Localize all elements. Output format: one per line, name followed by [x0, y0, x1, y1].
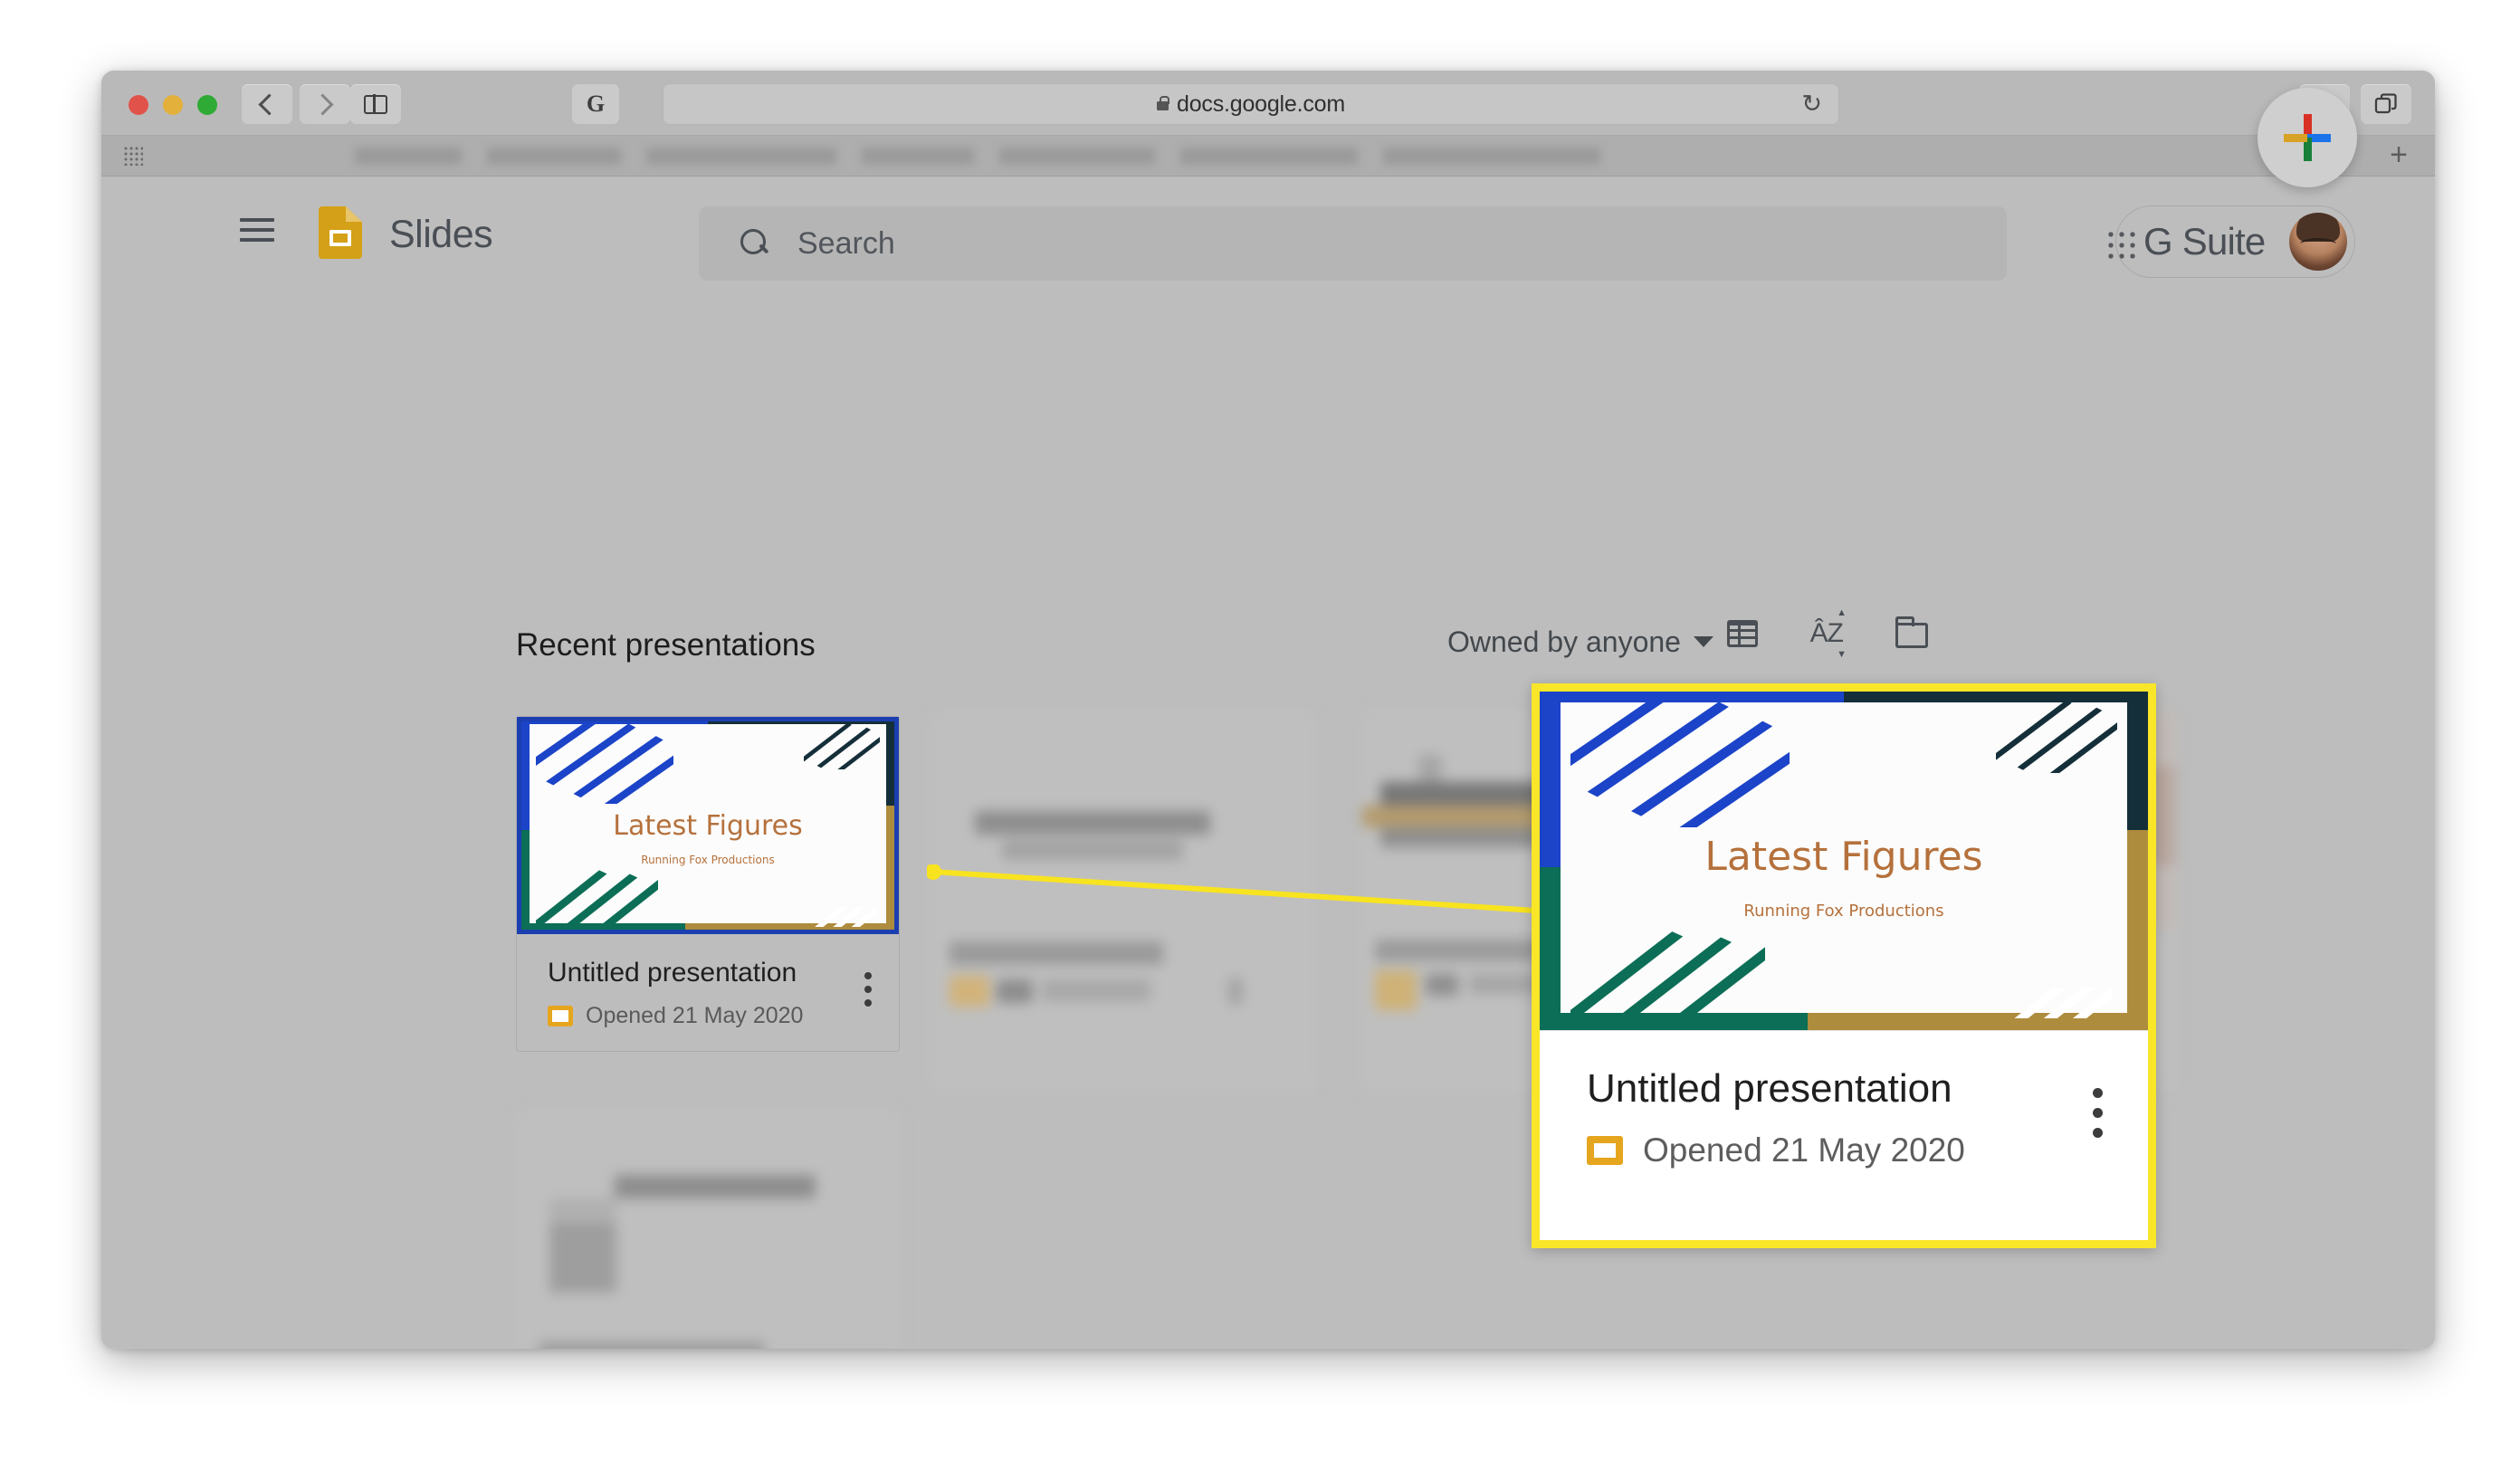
accent-dark-right [2127, 692, 2148, 831]
browser-window: G docs.google.com ↻ + Slides Search G Su… [101, 71, 2435, 1349]
tab-overview-icon [2374, 93, 2397, 114]
slide-title: Latest Figures [1704, 834, 1983, 881]
presentation-meta: Opened 21 May 2020 [1587, 1131, 2112, 1169]
slide-artwork: Latest Figures Running Fox Productions [1540, 692, 2148, 1030]
chevron-left-icon [258, 92, 281, 116]
reload-button[interactable]: ↻ [1801, 91, 1822, 117]
page-title: Slides [389, 213, 493, 256]
accent-green-left [1540, 867, 1561, 1030]
bookmark-item[interactable] [862, 147, 974, 165]
owner-filter-dropdown[interactable]: Owned by anyone [1447, 625, 1713, 659]
navigation-buttons [242, 84, 350, 124]
url-host: docs.google.com [1176, 91, 1345, 117]
hamburger-menu-icon[interactable] [240, 218, 274, 242]
bookmark-item[interactable] [999, 147, 1155, 165]
slide-title: Latest Figures [613, 810, 803, 843]
stripes-dark-topright [803, 722, 880, 769]
close-window-button[interactable] [129, 95, 148, 115]
slide-subtitle: Running Fox Productions [641, 854, 775, 867]
section-title: Recent presentations [516, 627, 816, 663]
file-picker-folder-icon[interactable] [1895, 616, 1928, 648]
new-presentation-button[interactable] [2258, 88, 2357, 187]
privacy-report-button[interactable]: G [572, 84, 619, 124]
bookmarks-bar: + [101, 136, 2435, 177]
account-pill[interactable]: G Suite [2115, 205, 2355, 278]
browser-toolbar: G docs.google.com ↻ [101, 71, 2435, 136]
card-info [931, 929, 1313, 1092]
sort-az-icon[interactable]: ÂZ [1810, 607, 1847, 660]
magnified-presentation-card[interactable]: Latest Figures Running Fox Productions U… [1532, 683, 2156, 1248]
add-bookmark-button[interactable]: + [2390, 139, 2408, 170]
opened-date: 21 May 2020 [1771, 1131, 1965, 1169]
presentation-title: Untitled presentation [1587, 1066, 1952, 1111]
window-traffic-lights [129, 95, 217, 115]
plus-icon [2284, 114, 2331, 161]
lock-icon [1156, 95, 1169, 110]
list-view-icon[interactable] [1726, 620, 1758, 647]
slides-file-icon [548, 1006, 573, 1026]
chevron-down-icon [1693, 636, 1713, 647]
back-button[interactable] [242, 84, 292, 124]
search-placeholder: Search [797, 225, 895, 261]
search-icon [740, 229, 769, 258]
search-input[interactable]: Search [699, 206, 2007, 281]
card-info [517, 1329, 899, 1349]
bookmark-item[interactable] [355, 147, 462, 165]
presentation-card[interactable]: Latest Figures Running Fox Productions U… [516, 716, 900, 1052]
opened-label: Opened [586, 1003, 666, 1028]
bookmark-item[interactable] [1383, 147, 1600, 165]
bookmark-item[interactable] [1180, 147, 1358, 165]
slide-artwork: Latest Figures Running Fox Productions [517, 717, 899, 934]
slide-thumbnail [931, 711, 1313, 929]
slide-thumbnail: Latest Figures Running Fox Productions [517, 717, 899, 934]
card-info: Untitled presentation Opened 21 May 2020 [1540, 1030, 2148, 1206]
google-slides-logo-icon [319, 206, 362, 259]
stripes-dark-topright [1996, 701, 2118, 773]
url-text: docs.google.com [1156, 91, 1345, 118]
maximize-window-button[interactable] [197, 95, 217, 115]
opened-label: Opened [1643, 1131, 1762, 1169]
stripes-gold-bottomright [2015, 988, 2112, 1018]
sidebar-toggle-button[interactable] [350, 84, 401, 124]
stripes-green-bottomleft [1570, 931, 1765, 1020]
slide-subtitle: Running Fox Productions [1743, 901, 1944, 921]
view-controls: ÂZ [1726, 607, 1928, 660]
accent-green-left [517, 829, 530, 934]
stripes-blue-topleft [1570, 698, 1790, 827]
chevron-right-icon [311, 92, 334, 116]
slides-home-page: Slides Search G Suite Recent presentatio… [101, 88, 2435, 1349]
stripes-gold-bottomright [815, 907, 876, 927]
slide-thumbnail [517, 1112, 899, 1329]
slides-header: Slides Search G Suite [101, 177, 2435, 285]
owner-filter-label: Owned by anyone [1447, 625, 1681, 658]
more-options-kebab-icon[interactable] [864, 985, 872, 993]
accent-dark-right [885, 717, 899, 807]
bookmarks-grip-icon [123, 146, 143, 166]
avatar[interactable] [2289, 213, 2347, 271]
minimize-window-button[interactable] [163, 95, 183, 115]
forward-button[interactable] [300, 84, 350, 124]
opened-date: 21 May 2020 [672, 1003, 804, 1028]
account-label: G Suite [2143, 220, 2266, 262]
bookmark-item[interactable] [646, 147, 836, 165]
presentation-meta: Opened 21 May 2020 [548, 1003, 873, 1029]
bookmark-item[interactable] [487, 147, 621, 165]
slides-file-icon [1587, 1136, 1623, 1165]
blurred-card-5[interactable] [516, 1111, 900, 1349]
presentation-title: Untitled presentation [548, 958, 797, 988]
card-info: Untitled presentation Opened 21 May 2020 [517, 934, 899, 1051]
slide-thumbnail-magnified: Latest Figures Running Fox Productions [1540, 692, 2148, 1030]
address-bar[interactable]: docs.google.com ↻ [663, 83, 1839, 125]
blurred-card-2[interactable] [931, 711, 1314, 1093]
more-options-kebab-icon[interactable] [2093, 1108, 2103, 1118]
bookmarks-items-blurred [355, 139, 2328, 172]
sidebar-icon [364, 94, 387, 114]
shield-g-icon: G [586, 91, 606, 117]
stripes-blue-topleft [536, 721, 673, 804]
tab-overview-button[interactable] [2361, 84, 2411, 124]
